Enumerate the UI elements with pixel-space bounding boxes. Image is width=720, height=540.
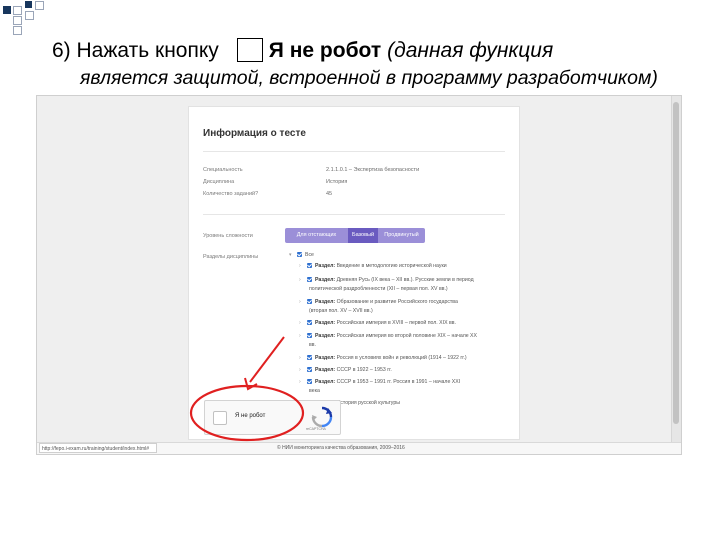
tree-row[interactable]: › Раздел: Образование и развитие Российск…: [299, 299, 458, 306]
chevron-right-icon: ›: [299, 320, 301, 326]
tree-label: Все: [305, 252, 314, 258]
recaptcha-label: Я не робот: [235, 413, 266, 419]
section-title: Российская империя в XVIII – первой пол.…: [336, 320, 456, 326]
tree-row[interactable]: › Раздел: Российская империя в XVIII – пе…: [299, 320, 456, 327]
card-title: Информация о тесте: [203, 128, 306, 139]
status-bar: http://fepo.i-exam.ru/training/student/i…: [37, 442, 681, 454]
scrollbar-thumb[interactable]: [673, 102, 679, 424]
status-url: http://fepo.i-exam.ru/training/student/i…: [39, 443, 157, 453]
checkbox-checked-icon[interactable]: [307, 320, 312, 325]
chevron-right-icon: ›: [299, 299, 301, 305]
section-prefix: Раздел:: [315, 333, 336, 339]
section-title: СССР в 1922 – 1953 гг.: [336, 367, 392, 373]
level-option-advanced[interactable]: Продвинутый: [378, 228, 425, 243]
slide-decoration-square: [25, 1, 32, 8]
recaptcha-checkbox[interactable]: [213, 411, 227, 425]
chevron-right-icon: ›: [299, 355, 301, 361]
note-text: (данная функция: [387, 39, 554, 62]
section-prefix: Раздел:: [315, 379, 336, 385]
step-text: 6) Нажать кнопку: [52, 39, 219, 62]
level-option-basic[interactable]: Базовый: [348, 228, 378, 243]
tree-row[interactable]: › Раздел: Древняя Русь (IX века – XII вв.…: [299, 277, 474, 284]
tree-row[interactable]: › Раздел: Введение в методологию историче…: [299, 263, 447, 270]
slide-decoration-square: [13, 6, 22, 15]
chevron-right-icon: ›: [299, 379, 301, 385]
field-value: 2.1.1.0.1 – Экспертиза безопасности: [326, 167, 420, 173]
section-prefix: Раздел:: [315, 367, 336, 373]
checkbox-checked-icon[interactable]: [307, 367, 312, 372]
divider: [203, 151, 505, 152]
chevron-right-icon: ›: [299, 277, 301, 283]
chevron-right-icon: ›: [299, 367, 301, 373]
checkbox-checked-icon[interactable]: [297, 252, 302, 257]
field-label: Специальность: [203, 167, 243, 173]
slide-instruction: 6) Нажать кнопку Я не робот (данная функци…: [52, 38, 553, 64]
divider: [203, 214, 505, 215]
section-prefix: Раздел:: [315, 299, 336, 305]
tree-row[interactable]: › Раздел: Российская империя во второй по…: [299, 333, 477, 340]
level-label: Уровень сложности: [203, 233, 253, 239]
chevron-down-icon: ▾: [289, 252, 292, 258]
slide-decoration-square: [13, 26, 22, 35]
tree-row[interactable]: › Раздел: СССР в 1922 – 1953 гг.: [299, 367, 392, 374]
field-label: Дисциплина: [203, 179, 235, 185]
slide-decoration-square: [35, 1, 44, 10]
field-value: 45: [326, 191, 333, 197]
tree-row[interactable]: › Раздел: СССР в 1953 – 1991 гг. Россия в…: [299, 379, 460, 386]
level-option-remedial[interactable]: Для отстающих: [285, 228, 348, 243]
section-prefix: Раздел:: [315, 355, 336, 361]
chevron-right-icon: ›: [299, 263, 301, 269]
checkbox-checked-icon[interactable]: [307, 355, 312, 360]
slide-decoration-square: [13, 16, 22, 25]
checkbox-icon: [236, 38, 263, 62]
checkbox-checked-icon[interactable]: [307, 379, 312, 384]
scrollbar[interactable]: [671, 96, 681, 442]
field-value: История: [326, 179, 348, 185]
section-title: Россия в условиях войн и революций (1914…: [336, 355, 467, 361]
recaptcha-brand: reCAPTCHA: [306, 427, 326, 431]
section-title-continuation: (вторая пол. XV – XVII вв.): [309, 308, 373, 314]
tree-row[interactable]: › Раздел: Россия в условиях войн и револю…: [299, 355, 467, 362]
section-prefix: Раздел:: [315, 263, 336, 269]
section-prefix: Раздел:: [315, 277, 336, 283]
slide-decoration-square: [3, 6, 11, 14]
section-title-continuation: века: [309, 388, 320, 394]
field-label: Количество заданий?: [203, 191, 259, 197]
button-name: Я не робот: [268, 39, 382, 62]
footer-copyright: © НИИ мониторинга качества образования, …: [277, 445, 405, 451]
section-title-continuation: вв.: [309, 342, 316, 348]
section-title: Введение в методологию исторической наук…: [336, 263, 447, 269]
chevron-right-icon: ›: [299, 333, 301, 339]
checkbox-checked-icon[interactable]: [307, 263, 312, 268]
browser-screenshot: Информация о тесте Специальность 2.1.1.0…: [36, 95, 682, 455]
checkbox-checked-icon[interactable]: [307, 299, 312, 304]
section-title: СССР в 1953 – 1991 гг. Россия в 1991 – н…: [336, 379, 461, 385]
sections-label: Разделы дисциплины: [203, 254, 259, 260]
recaptcha-widget: Я не робот reCAPTCHA: [204, 400, 341, 435]
note-continuation: является защитой, встроенной в программу…: [80, 67, 658, 89]
section-title: Российская империя во второй половине XI…: [336, 333, 477, 339]
test-info-card: Информация о тесте Специальность 2.1.1.0…: [188, 106, 520, 440]
checkbox-checked-icon[interactable]: [307, 333, 312, 338]
tree-row-all[interactable]: ▾ Все: [289, 252, 314, 259]
section-prefix: Раздел:: [315, 320, 336, 326]
difficulty-selector: Для отстающих Базовый Продвинутый: [285, 228, 425, 243]
recaptcha-logo-icon: [311, 406, 333, 428]
section-title-continuation: политической раздробленности (XII – перв…: [309, 286, 448, 292]
section-title: Древняя Русь (IX века – XII вв.). Русски…: [336, 277, 474, 283]
section-title: История русской культуры: [336, 400, 400, 406]
slide-decoration-square: [25, 11, 34, 20]
section-title: Образование и развитие Российского госуд…: [336, 299, 458, 305]
checkbox-checked-icon[interactable]: [307, 277, 312, 282]
